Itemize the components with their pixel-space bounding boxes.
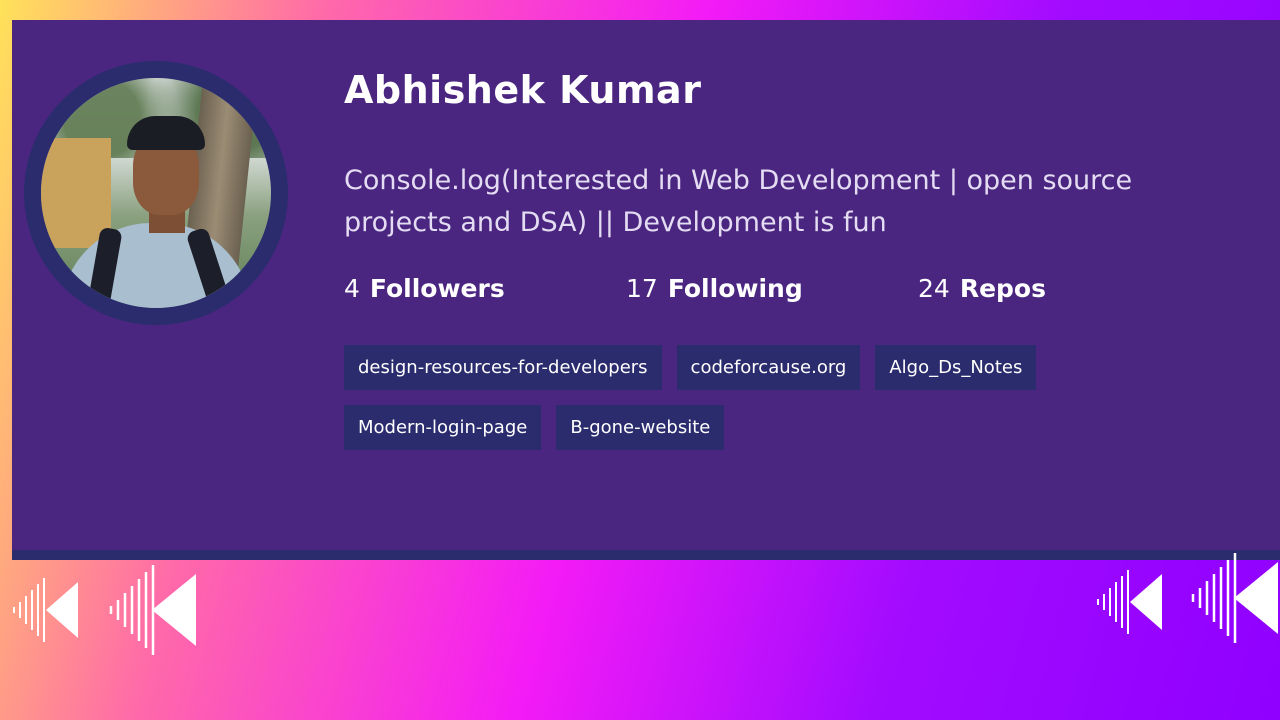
- repo-link[interactable]: Modern-login-page: [344, 405, 542, 450]
- repo-link[interactable]: B-gone-website: [556, 405, 725, 450]
- stat-label: Following: [667, 274, 803, 303]
- stat-value: 24: [918, 274, 950, 303]
- profile-card: Abhishek Kumar Console.log(Interested in…: [12, 20, 1280, 560]
- stat-followers[interactable]: 4 Followers: [344, 274, 505, 303]
- stat-value: 17: [626, 274, 658, 303]
- profile-name: Abhishek Kumar: [344, 68, 702, 112]
- sound-triangle-left-icon: [108, 562, 198, 658]
- sound-triangle-left-icon: [1096, 564, 1166, 640]
- stat-label: Followers: [369, 274, 505, 303]
- repo-link[interactable]: codeforcause.org: [676, 345, 861, 390]
- stat-value: 4: [344, 274, 360, 303]
- avatar-ring: [24, 61, 288, 325]
- repo-link[interactable]: Algo_Ds_Notes: [875, 345, 1037, 390]
- repo-link[interactable]: design-resources-for-developers: [344, 345, 662, 390]
- stat-repos[interactable]: 24 Repos: [918, 274, 1046, 303]
- stat-following[interactable]: 17 Following: [626, 274, 803, 303]
- stats-row: 4 Followers 17 Following 24 Repos: [344, 274, 1244, 314]
- repo-list: design-resources-for-developers codeforc…: [344, 345, 1164, 450]
- stat-label: Repos: [959, 274, 1046, 303]
- sound-triangle-left-icon: [1190, 548, 1278, 648]
- sound-triangle-left-icon: [12, 570, 82, 650]
- profile-bio: Console.log(Interested in Web Developmen…: [344, 165, 1133, 238]
- avatar: [41, 78, 271, 308]
